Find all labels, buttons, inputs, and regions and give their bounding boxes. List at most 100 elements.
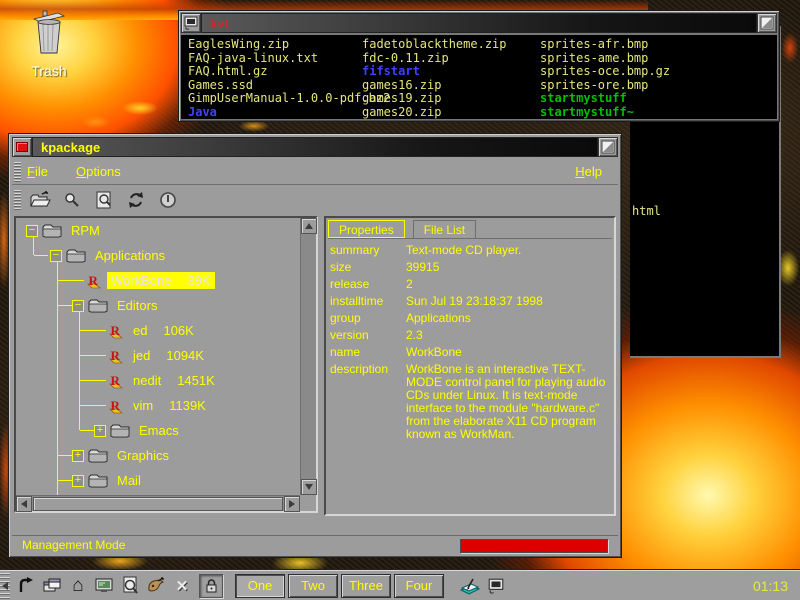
desktop-button-three[interactable]: Three <box>341 574 391 598</box>
expand-expander-icon[interactable]: + <box>94 425 106 437</box>
terminal-column-1: EaglesWing.zip FAQ-java-linux.txt FAQ.ht… <box>188 38 360 119</box>
property-key: name <box>330 346 406 359</box>
xapp-button[interactable]: ✕ <box>169 573 195 599</box>
desktop-pager: One Two Three Four <box>235 574 447 598</box>
tree-item-applications[interactable]: − Applications <box>16 243 300 268</box>
kvt-tray-icon <box>487 577 505 595</box>
help-book-icon <box>459 576 481 596</box>
quit-button[interactable] <box>155 187 181 213</box>
tree-vertical-scrollbar[interactable] <box>300 218 316 495</box>
package-tree[interactable]: − RPM − Applications WorkBone39K − <box>16 218 300 495</box>
scroll-down-button[interactable] <box>301 479 317 495</box>
tree-item-size: 1451K <box>165 372 219 389</box>
tree-item-size: 106K <box>151 322 197 339</box>
right-arrow-icon <box>289 500 295 508</box>
status-text: Management Mode <box>22 538 125 552</box>
refresh-icon <box>126 190 146 210</box>
window-list-icon <box>42 577 62 595</box>
lock-screen-button[interactable] <box>199 574 223 598</box>
kde-menu-button[interactable] <box>13 573 39 599</box>
property-key: group <box>330 312 406 325</box>
tree-horizontal-scrollbar[interactable] <box>16 495 300 511</box>
desktop-settings-button[interactable] <box>143 573 169 599</box>
lock-icon <box>205 578 218 593</box>
file-entry: GimpUserManual-1.0.0-pdf.bz2 <box>188 92 360 106</box>
menubar-drag-handle[interactable] <box>14 162 21 182</box>
kpackage-maximize-button[interactable] <box>598 137 618 157</box>
tree-item-emacs[interactable]: + Emacs <box>16 418 300 443</box>
menu-file[interactable]: File <box>27 164 48 179</box>
find-files-button[interactable] <box>117 573 143 599</box>
tree-item-label: WorkBone <box>107 272 175 289</box>
home-button[interactable]: ⌂ <box>65 573 91 599</box>
terminal-content[interactable]: EaglesWing.zip FAQ-java-linux.txt FAQ.ht… <box>181 35 777 119</box>
tree-item-mail[interactable]: + Mail <box>16 468 300 493</box>
progress-bar <box>460 539 608 553</box>
maximize-icon <box>760 16 774 30</box>
tab-file-list[interactable]: File List <box>413 220 476 238</box>
menu-help[interactable]: Help <box>575 164 602 179</box>
property-row: version2.3 <box>330 329 612 342</box>
find-file-button[interactable] <box>91 187 117 213</box>
tree-item-label: jed <box>129 347 154 364</box>
property-row: installtimeSun Jul 19 23:18:37 1998 <box>330 295 612 308</box>
terminal-column-3: sprites-afr.bmp sprites-ame.bmp sprites-… <box>540 38 777 119</box>
file-entry: fadetoblacktheme.zip <box>362 38 538 52</box>
file-entry: fdc-0.11.zip <box>362 52 538 66</box>
trash-icon[interactable]: Trash <box>16 8 82 79</box>
kvt-taskbar-button[interactable] <box>483 573 509 599</box>
collapse-expander-icon[interactable]: − <box>50 250 62 262</box>
tree-item-workbone-selected[interactable]: WorkBone39K <box>16 268 300 293</box>
trash-can-icon <box>29 8 69 56</box>
property-key: version <box>330 329 406 342</box>
property-value: 39915 <box>406 261 612 274</box>
kpackage-main: − RPM − Applications WorkBone39K − <box>14 216 616 513</box>
file-entry: sprites-afr.bmp <box>540 38 777 52</box>
tree-item-editors[interactable]: − Editors <box>16 293 300 318</box>
desktop-button-four[interactable]: Four <box>394 574 444 598</box>
file-entry: sprites-oce.bmp.gz <box>540 65 777 79</box>
find-package-button[interactable] <box>59 187 85 213</box>
expand-expander-icon[interactable]: + <box>72 450 84 462</box>
tree-item-vim[interactable]: vim1139K <box>16 393 300 418</box>
collapse-expander-icon[interactable]: − <box>26 225 38 237</box>
terminal-launcher-button[interactable] <box>91 573 117 599</box>
scroll-left-button[interactable] <box>16 496 32 512</box>
tree-item-graphics[interactable]: + Graphics <box>16 443 300 468</box>
file-entry: games19.zip <box>362 92 538 106</box>
terminal-title: kvt <box>210 16 229 31</box>
scroll-right-button[interactable] <box>284 496 300 512</box>
open-package-button[interactable] <box>27 187 53 213</box>
toolbar-drag-handle[interactable] <box>14 190 21 210</box>
tree-item-jed[interactable]: jed1094K <box>16 343 300 368</box>
file-entry: Games.ssd <box>188 79 360 93</box>
help-book-button[interactable] <box>457 573 483 599</box>
tab-properties[interactable]: Properties <box>328 220 405 238</box>
property-row: summaryText-mode CD player. <box>330 244 612 257</box>
property-value: WorkBone is an interactive TEXT-MODE con… <box>406 363 612 441</box>
desktop-button-two[interactable]: Two <box>288 574 338 598</box>
refresh-button[interactable] <box>123 187 149 213</box>
quit-icon <box>158 190 178 210</box>
window-menu-icon <box>16 142 28 152</box>
panel-hide-handle[interactable] <box>0 573 10 599</box>
exec-entry: startmystuff~ <box>540 106 777 120</box>
desktop-button-one[interactable]: One <box>235 574 285 598</box>
tree-item-ed[interactable]: ed106K <box>16 318 300 343</box>
scroll-up-button[interactable] <box>301 218 317 234</box>
tree-item-nedit[interactable]: nedit1451K <box>16 368 300 393</box>
window-list-button[interactable] <box>39 573 65 599</box>
menu-options[interactable]: Options <box>76 164 121 179</box>
scrollbar-thumb[interactable] <box>33 497 283 511</box>
terminal-titlebar[interactable]: kvt <box>181 13 777 33</box>
expand-expander-icon[interactable]: + <box>72 475 84 487</box>
tree-item-rpm[interactable]: − RPM <box>16 218 300 243</box>
collapse-expander-icon[interactable]: − <box>72 300 84 312</box>
folder-icon <box>42 223 62 238</box>
kpackage-titlebar[interactable]: kpackage <box>12 137 618 157</box>
tree-item-label: Editors <box>113 297 161 314</box>
kpackage-window-menu-button[interactable] <box>12 137 32 157</box>
terminal-maximize-button[interactable] <box>757 13 777 33</box>
file-entry: FAQ.html.gz <box>188 65 360 79</box>
kvt-window-menu-button[interactable] <box>181 13 201 33</box>
